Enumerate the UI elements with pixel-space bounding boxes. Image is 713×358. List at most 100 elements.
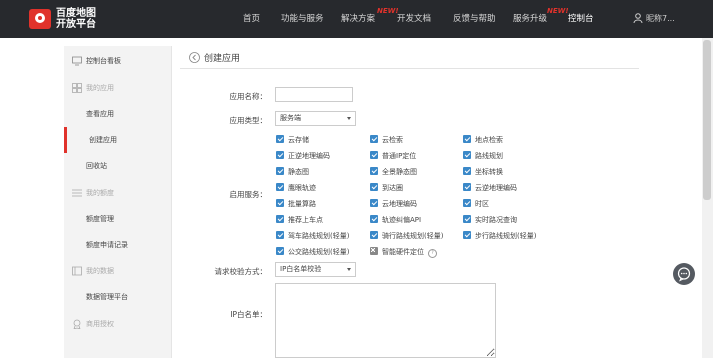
sidebar-group-commercial-auth[interactable]: 商用授权	[64, 311, 171, 337]
checkbox-checked-icon	[276, 199, 284, 207]
checkbox-checked-icon	[276, 247, 284, 255]
chevron-down-icon	[347, 268, 351, 271]
checkbox-checked-icon	[370, 183, 378, 191]
checkbox-checked-icon	[370, 167, 378, 175]
checkbox-checked-icon	[463, 215, 471, 223]
ip-whitelist-label: IP白名单：	[230, 310, 267, 319]
service-checkbox[interactable]: 云逆地理编码	[463, 183, 517, 193]
sidebar-item-console-dashboard[interactable]: 控制台看板	[64, 48, 171, 74]
service-label: 智能硬件定位	[382, 248, 424, 256]
service-checkbox[interactable]: 实时路况查询	[463, 215, 517, 225]
checkbox-checked-icon	[370, 135, 378, 143]
service-checkbox[interactable]: 轨迹纠偏API	[370, 215, 421, 225]
sidebar-group-my-apps[interactable]: 我的应用	[64, 75, 171, 101]
service-label: 云检索	[382, 136, 403, 144]
service-label: 云存储	[288, 136, 309, 144]
app-name-label: 应用名称：	[229, 92, 268, 101]
service-checkbox[interactable]: 全景静态图	[370, 167, 417, 177]
service-checkbox[interactable]: 鹰眼轨迹	[276, 183, 316, 193]
sidebar-group-my-data[interactable]: 我的数据	[64, 258, 171, 284]
service-checkbox[interactable]: 推荐上车点	[276, 215, 323, 225]
sidebar-item-quota-management[interactable]: 额度管理	[64, 206, 171, 232]
nav-features-services[interactable]: 功能与服务	[281, 0, 324, 38]
sidebar-item-label: 我的额度	[86, 189, 114, 197]
nav-dev-docs[interactable]: 开发文档	[397, 0, 431, 38]
service-checkbox[interactable]: 云检索	[370, 135, 403, 145]
service-label: 坐标转换	[475, 168, 503, 176]
service-label: 地点检索	[475, 136, 503, 144]
service-checkbox[interactable]: 普通IP定位	[370, 151, 416, 161]
checkbox-checked-icon	[370, 151, 378, 159]
checkbox-checked-icon	[463, 183, 471, 191]
grid-icon	[72, 83, 82, 93]
sidebar-item-view-apps[interactable]: 查看应用	[64, 101, 171, 127]
service-checkbox[interactable]: 云地理编码	[370, 199, 417, 209]
data-icon	[72, 266, 82, 276]
sidebar-item-quota-requests[interactable]: 额度申请记录	[64, 232, 171, 258]
service-checkbox[interactable]: 坐标转换	[463, 167, 503, 177]
app-type-select[interactable]: 服务端	[275, 111, 356, 126]
page-title: 创建应用	[204, 54, 241, 64]
scrollbar-thumb[interactable]	[703, 40, 711, 200]
back-arrow-icon[interactable]	[189, 52, 200, 63]
service-checkbox[interactable]: 步行路线规划(轻量)	[463, 231, 536, 241]
app-name-input[interactable]	[275, 87, 353, 102]
checkbox-checked-icon	[370, 231, 378, 239]
service-checkbox[interactable]: 时区	[463, 199, 489, 209]
sidebar-item-create-app[interactable]: 创建应用	[64, 127, 171, 153]
new-badge: NEW!	[547, 7, 569, 15]
service-label: 推荐上车点	[288, 216, 323, 224]
nav-solutions[interactable]: 解决方案	[341, 0, 375, 38]
service-checkbox-disabled: 智能硬件定位?	[370, 247, 437, 258]
service-label: 路线规划	[475, 152, 503, 160]
nav-console[interactable]: 控制台	[568, 0, 594, 38]
sidebar-group-my-quota[interactable]: 我的额度	[64, 180, 171, 206]
service-label: 正逆地理编码	[288, 152, 330, 160]
service-checkbox[interactable]: 地点检索	[463, 135, 503, 145]
help-icon[interactable]: ?	[428, 249, 437, 258]
checkbox-checked-icon	[370, 215, 378, 223]
service-label: 云地理编码	[382, 200, 417, 208]
service-checkbox[interactable]: 云存储	[276, 135, 309, 145]
auth-icon	[73, 319, 81, 329]
chat-icon	[677, 267, 691, 282]
sidebar-item-label: 查看应用	[86, 110, 114, 118]
sidebar-item-label: 控制台看板	[86, 57, 121, 65]
service-label: 批量算路	[288, 200, 316, 208]
service-checkbox[interactable]: 公交路线规划(轻量)	[276, 247, 349, 257]
chat-support-button[interactable]	[673, 263, 695, 285]
nav-service-upgrade[interactable]: 服务升级	[513, 0, 547, 38]
service-label: 全景静态图	[382, 168, 417, 176]
sidebar-item-label: 额度申请记录	[86, 241, 128, 249]
checkbox-checked-icon	[276, 231, 284, 239]
baidu-map-logo-icon[interactable]	[28, 8, 52, 30]
nav-feedback-help[interactable]: 反馈与帮助	[453, 0, 496, 38]
service-checkbox[interactable]: 到达圈	[370, 183, 403, 193]
service-checkbox[interactable]: 静态图	[276, 167, 309, 177]
user-menu[interactable]: 昵称7...	[633, 13, 675, 24]
checkbox-checked-icon	[463, 135, 471, 143]
verify-method-select[interactable]: IP白名单校验	[275, 262, 356, 277]
service-checkbox[interactable]: 正逆地理编码	[276, 151, 330, 161]
service-label: 驾车路线规划(轻量)	[288, 232, 350, 240]
top-navigation-bar: 百度地图 开放平台 首页 功能与服务 解决方案 NEW! 开发文档 反馈与帮助 …	[0, 0, 713, 38]
checkbox-checked-icon	[463, 199, 471, 207]
sidebar-item-data-platform[interactable]: 数据管理平台	[64, 284, 171, 310]
new-badge: NEW!	[377, 7, 399, 15]
checkbox-disabled-icon	[370, 247, 378, 255]
ip-whitelist-textarea[interactable]	[275, 283, 496, 358]
sidebar: 控制台看板 我的应用 查看应用 创建应用 回收站 我的额度 额度管理 额度申请记…	[64, 46, 172, 358]
user-nickname: 昵称7...	[646, 14, 675, 23]
service-label: 轨迹纠偏API	[382, 216, 422, 224]
service-label: 实时路况查询	[475, 216, 517, 224]
service-checkbox[interactable]: 驾车路线规划(轻量)	[276, 231, 349, 241]
service-label: 步行路线规划(轻量)	[475, 232, 537, 240]
service-checkbox[interactable]: 骑行路线规划(轻量)	[370, 231, 443, 241]
sidebar-item-label: 商用授权	[86, 320, 114, 328]
nav-home[interactable]: 首页	[243, 0, 260, 38]
service-checkbox[interactable]: 路线规划	[463, 151, 503, 161]
service-checkbox[interactable]: 批量算路	[276, 199, 316, 209]
sidebar-item-recycle-bin[interactable]: 回收站	[64, 153, 171, 179]
service-label: 时区	[475, 200, 489, 208]
platform-name[interactable]: 百度地图 开放平台	[56, 8, 96, 30]
